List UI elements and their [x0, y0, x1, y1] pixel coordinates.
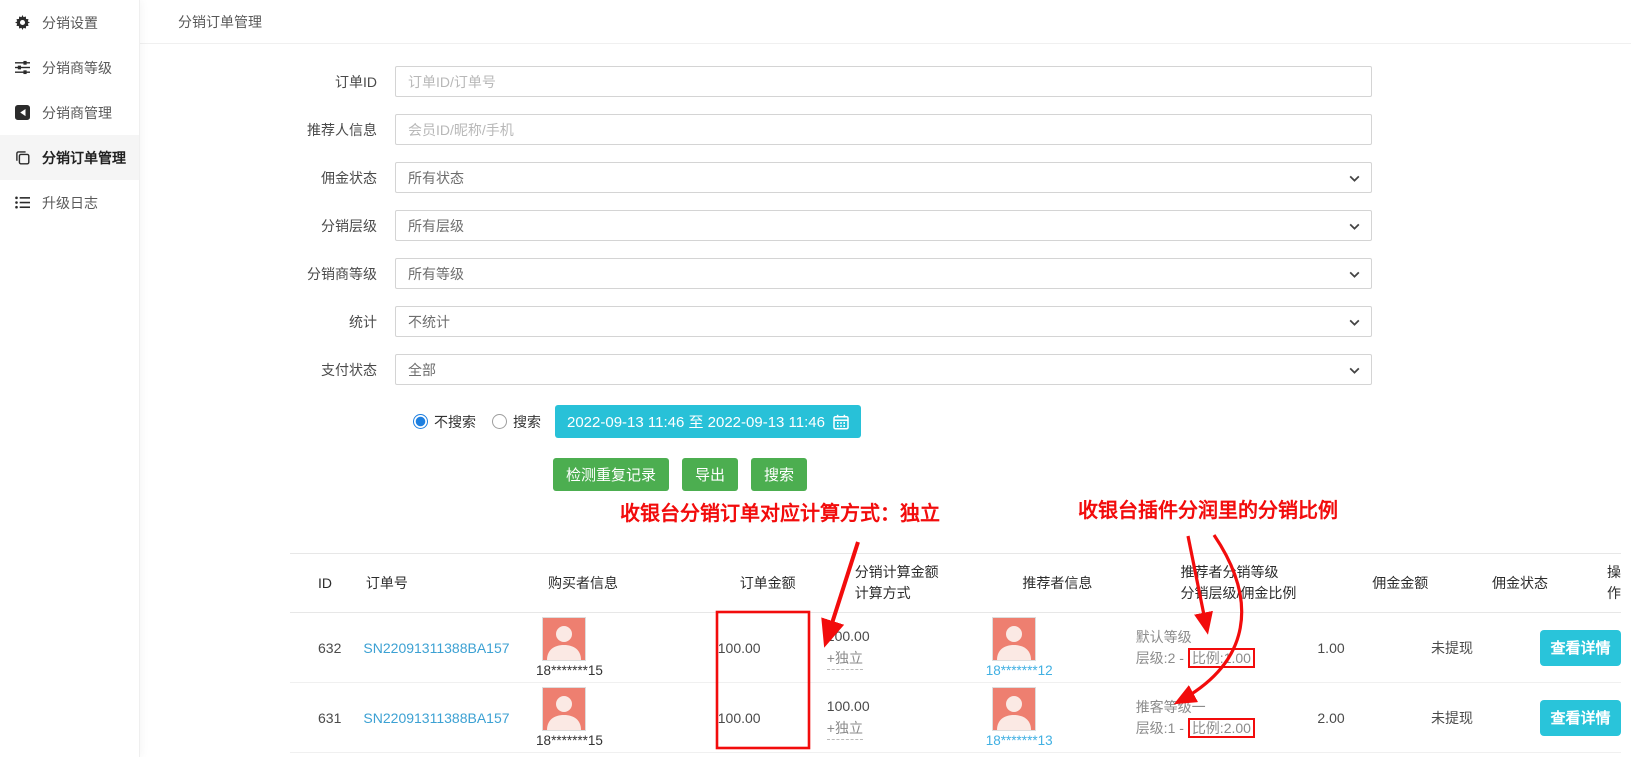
sidebar-item-label: 分销商管理 [42, 103, 112, 123]
statistics-select[interactable]: 不统计 [395, 306, 1372, 337]
calc-method: +独立 [827, 717, 863, 740]
table-row: 632 SN22091311388BA157 18*******15 100.0… [290, 613, 1621, 683]
annotation-ratio: 收银台插件分润里的分销比例 [1078, 494, 1338, 523]
check-duplicates-button[interactable]: 检测重复记录 [553, 458, 669, 491]
chevron-down-icon [1348, 316, 1361, 329]
referrer-phone-link[interactable]: 18*******12 [986, 663, 1136, 678]
calc-amount-cell: 100.00 +独立 [827, 695, 986, 740]
referrer-input[interactable] [396, 115, 1371, 144]
no-search-radio[interactable]: 不搜索 [413, 412, 476, 432]
commission-status-select[interactable]: 所有状态 [395, 162, 1372, 193]
view-details-button[interactable]: 查看详情 [1540, 700, 1621, 736]
order-id-input[interactable] [396, 67, 1371, 96]
radio-dot [492, 414, 507, 429]
gear-icon [15, 15, 31, 31]
share-icon [15, 105, 31, 121]
annotation-calc-method: 收银台分销订单对应计算方式：独立 [620, 497, 940, 526]
table-row: 631 SN22091311388BA157 18*******15 100.0… [290, 683, 1621, 753]
filter-form: 订单ID 推荐人信息 佣金状态 所有状态 分销层级 [140, 44, 1631, 491]
distribution-level-select[interactable]: 所有层级 [395, 210, 1372, 241]
order-number-link[interactable]: SN22091311388BA157 [363, 640, 509, 656]
orders-table: ID 订单号 购买者信息 订单金额 分销计算金额计算方式 推荐者信息 推荐者分销… [280, 553, 1631, 753]
search-button[interactable]: 搜索 [751, 458, 807, 491]
chevron-down-icon [1348, 172, 1361, 185]
referrer-grade-cell: 默认等级 层级:2 - 比例:1.00 [1136, 627, 1318, 669]
buyer-avatar [542, 687, 586, 731]
referrer-phone-link[interactable]: 18*******13 [986, 733, 1136, 748]
search-radio[interactable]: 搜索 [492, 412, 541, 432]
ratio-value: 比例:2.00 [1188, 718, 1255, 738]
list-icon [15, 195, 31, 211]
sidebar-item-distributor-management[interactable]: 分销商管理 [0, 90, 139, 135]
view-details-button[interactable]: 查看详情 [1540, 630, 1621, 666]
buyer-phone: 18*******15 [536, 733, 718, 748]
page-title: 分销订单管理 [178, 12, 262, 32]
order-amount: 100.00 [718, 640, 827, 656]
date-range-button[interactable]: 2022-09-13 11:46 至 2022-09-13 11:46 [555, 405, 861, 438]
sidebar: 分销设置 分销商等级 分销商管理 分销订单管理 升级日志 [0, 0, 140, 757]
chevron-down-icon [1348, 364, 1361, 377]
buyer-avatar [542, 617, 586, 661]
radio-dot [413, 414, 428, 429]
commission-status-label: 佣金状态 [140, 168, 395, 188]
table-header-row: ID 订单号 购买者信息 订单金额 分销计算金额计算方式 推荐者信息 推荐者分销… [290, 553, 1621, 613]
order-id: 631 [318, 710, 363, 726]
page-title-bar: 分销订单管理 [140, 0, 1631, 44]
sliders-icon [15, 60, 31, 76]
sidebar-item-distribution-settings[interactable]: 分销设置 [0, 0, 139, 45]
sidebar-item-label: 分销订单管理 [42, 148, 126, 168]
sidebar-item-label: 分销设置 [42, 13, 98, 33]
order-id: 632 [318, 640, 363, 656]
distribution-order-page: 分销设置 分销商等级 分销商管理 分销订单管理 升级日志 [0, 0, 1631, 757]
chevron-down-icon [1348, 220, 1361, 233]
referrer-avatar [992, 687, 1036, 731]
distribution-level-label: 分销层级 [140, 216, 395, 236]
commission-status: 未提现 [1431, 708, 1540, 728]
distributor-grade-select[interactable]: 所有等级 [395, 258, 1372, 289]
calc-amount-cell: 100.00 +独立 [827, 625, 986, 670]
order-number-link[interactable]: SN22091311388BA157 [363, 710, 509, 726]
order-id-label: 订单ID [140, 72, 395, 92]
commission-amount: 2.00 [1317, 710, 1431, 726]
calendar-icon [833, 414, 849, 430]
order-amount: 100.00 [718, 710, 827, 726]
buyer-phone: 18*******15 [536, 663, 718, 678]
chevron-down-icon [1348, 268, 1361, 281]
sidebar-item-label: 升级日志 [42, 193, 98, 213]
referrer-label: 推荐人信息 [140, 120, 395, 140]
referrer-grade-cell: 推客等级一 层级:1 - 比例:2.00 [1136, 697, 1318, 739]
sidebar-item-distributor-level[interactable]: 分销商等级 [0, 45, 139, 90]
payment-status-label: 支付状态 [140, 360, 395, 380]
ratio-value: 比例:1.00 [1188, 648, 1255, 668]
distributor-grade-label: 分销商等级 [140, 264, 395, 284]
sidebar-item-label: 分销商等级 [42, 58, 112, 78]
sidebar-item-distribution-orders[interactable]: 分销订单管理 [0, 135, 139, 180]
export-button[interactable]: 导出 [682, 458, 738, 491]
statistics-label: 统计 [140, 312, 395, 332]
copy-icon [15, 150, 31, 166]
commission-amount: 1.00 [1317, 640, 1431, 656]
main-content: 分销订单管理 订单ID 推荐人信息 佣金状态 所有状态 [140, 0, 1631, 757]
referrer-avatar [992, 617, 1036, 661]
calc-method: +独立 [827, 647, 863, 670]
commission-status: 未提现 [1431, 638, 1540, 658]
payment-status-select[interactable]: 全部 [395, 354, 1372, 385]
sidebar-item-upgrade-log[interactable]: 升级日志 [0, 180, 139, 225]
